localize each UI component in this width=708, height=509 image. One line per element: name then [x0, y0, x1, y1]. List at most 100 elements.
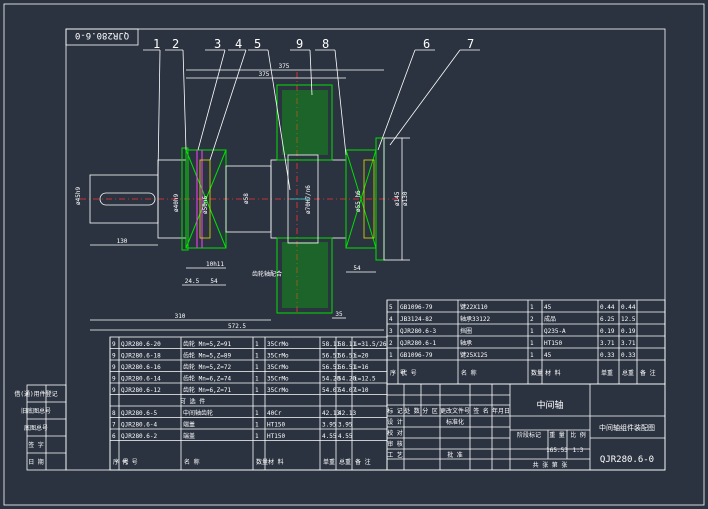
bottom-name: 端盖: [183, 432, 195, 440]
dim-d40: ø40h9: [173, 194, 180, 212]
left-margin-table: 借(通)用件登记 旧底图总号 底图总号 签 字 日 期: [14, 384, 67, 471]
dim-d55: ø55 h6: [355, 190, 362, 212]
lower-name: 齿轮 Mn=5,Z=89: [183, 352, 232, 360]
upper-header-7: 备 注: [640, 369, 656, 377]
upper-code: GB1096-79: [400, 352, 433, 359]
dim-d50: ø50n6: [202, 196, 209, 214]
lower-name: 齿轮 Mn=6,Z=71: [183, 386, 232, 394]
balloon-9: 9: [296, 37, 303, 51]
upper-qty: 1: [530, 328, 534, 335]
balloon-3: 3: [214, 37, 221, 51]
weight-value: 165.53: [546, 447, 568, 454]
lower-name: 齿轮 Mn=6,Z=74: [183, 375, 232, 383]
balloon-4: 4: [235, 37, 242, 51]
dim-10h11: 10h11: [206, 261, 224, 268]
role-standard: 标准化: [446, 418, 464, 426]
sheet-label: 共 张 第 张: [533, 461, 568, 469]
lower-code: QJR280.6-16: [121, 364, 161, 371]
upper-w2: 3.71: [621, 340, 636, 347]
upper-name: 键22X110: [460, 303, 488, 311]
lower-note: i=12.5: [354, 376, 376, 383]
bottom-name: 中间轴齿轮: [183, 409, 213, 417]
bottom-w2: 3.95: [338, 422, 353, 429]
lower-header-5: 单重: [323, 458, 335, 466]
upper-mat: HT150: [544, 340, 562, 347]
upper-mat: Q235-A: [544, 328, 566, 335]
dim-d130: ø130: [402, 191, 409, 206]
bottom-w2: 4.55: [338, 433, 353, 440]
lower-no: 9: [112, 376, 116, 383]
upper-header-6: 总重: [622, 369, 634, 377]
tb-row-6: 年月日: [492, 407, 510, 415]
lower-no: 9: [112, 353, 116, 360]
upper-qty: 1: [530, 304, 534, 311]
upper-mat: 成品: [544, 315, 556, 323]
role-approve: 批 准: [447, 451, 463, 459]
bottom-w1: 4.55: [322, 433, 337, 440]
lower-qty: 1: [255, 353, 259, 360]
margin-label-1: 借(通)用件登记: [14, 390, 57, 398]
role-process: 工 艺: [387, 451, 403, 459]
upper-w2: 0.33: [621, 352, 636, 359]
dim-310: 310: [175, 313, 186, 320]
upper-no: 1: [389, 352, 393, 359]
bottom-no: 8: [112, 410, 116, 417]
dim-572-5: 572.5: [228, 323, 246, 330]
lower-header-2: 名 称: [184, 458, 200, 466]
upper-no: 3: [389, 328, 393, 335]
upper-header-5: 单重: [601, 369, 613, 377]
upper-qty: 1: [530, 340, 534, 347]
lower-mat: 35CrMo: [267, 376, 289, 383]
dim-375b: 375: [279, 63, 290, 70]
dim-24-5: 24.5: [185, 278, 200, 285]
balloon-6: 6: [423, 37, 430, 51]
balloon-1: 1: [153, 37, 160, 51]
lower-code: QJR280.6-12: [121, 387, 161, 394]
inner-frame: [65, 28, 666, 471]
assembly-title: 中间轴组件装配图: [599, 423, 655, 432]
bottom-code: QJR280.6-5: [121, 410, 158, 417]
upper-w2: 0.44: [621, 304, 636, 311]
lower-note: i=31.5/26: [354, 341, 387, 348]
bottom-name: 端盖: [183, 421, 195, 429]
lower-note: i=10: [354, 387, 369, 394]
lower-mat: 35CrMo: [267, 341, 289, 348]
dim-d70: ø70H7/n6: [305, 185, 312, 214]
role-review: 审 核: [387, 440, 403, 448]
upper-w2: 12.5: [621, 316, 636, 323]
lower-note: i=16: [354, 364, 369, 371]
dim-54: 54: [210, 278, 218, 285]
upper-code: GB1096-79: [400, 304, 433, 311]
drawing-code: QJR280.6-0: [600, 455, 654, 465]
shaft-assembly: 130 310 572.5 375 375 24.5 54 10h11 54 3…: [75, 37, 480, 331]
tb-row-5: 签 名: [473, 407, 489, 415]
upper-name: 轴承: [460, 339, 472, 347]
dim-130: 130: [117, 238, 128, 245]
upper-no: 2: [389, 340, 393, 347]
drawing-code-flipped: QJR280.6-0: [75, 30, 129, 40]
bottom-no: 7: [112, 422, 116, 429]
bottom-qty: 1: [255, 422, 259, 429]
lower-header-6: 总重: [339, 458, 351, 466]
upper-name: 挡圈: [460, 327, 472, 335]
balloon-8: 8: [322, 37, 329, 51]
lower-no: 9: [112, 341, 116, 348]
lower-mat: 35CrMo: [267, 353, 289, 360]
parts-list-upper: 5 GB1096-79 键22X110 1 45 0.44 0.44 4 JB3124-82 轴承…: [386, 299, 666, 385]
lower-no: 9: [112, 387, 116, 394]
upper-w2: 0.19: [621, 328, 636, 335]
upper-qty: 2: [530, 316, 534, 323]
balloon-5: 5: [254, 37, 261, 51]
margin-label-3: 底图总号: [24, 424, 48, 432]
bottom-w1: 3.95: [322, 422, 337, 429]
title-block: 中间轴 中间轴组件装配图 QJR280.6-0 阶段标记 重 量 比 例 165…: [386, 383, 666, 471]
dim-35: 35: [335, 311, 343, 318]
upper-header-1: 代 号: [401, 369, 417, 377]
dim-375: 375: [259, 71, 270, 78]
lower-qty: 1: [255, 364, 259, 371]
tb-row-3: 分 区: [422, 407, 438, 415]
lower-code: QJR280.6-20: [121, 341, 161, 348]
margin-label-4: 签 字: [28, 441, 44, 449]
role-check: 校 对: [387, 429, 403, 437]
lower-header-1: 代 号: [122, 458, 138, 466]
